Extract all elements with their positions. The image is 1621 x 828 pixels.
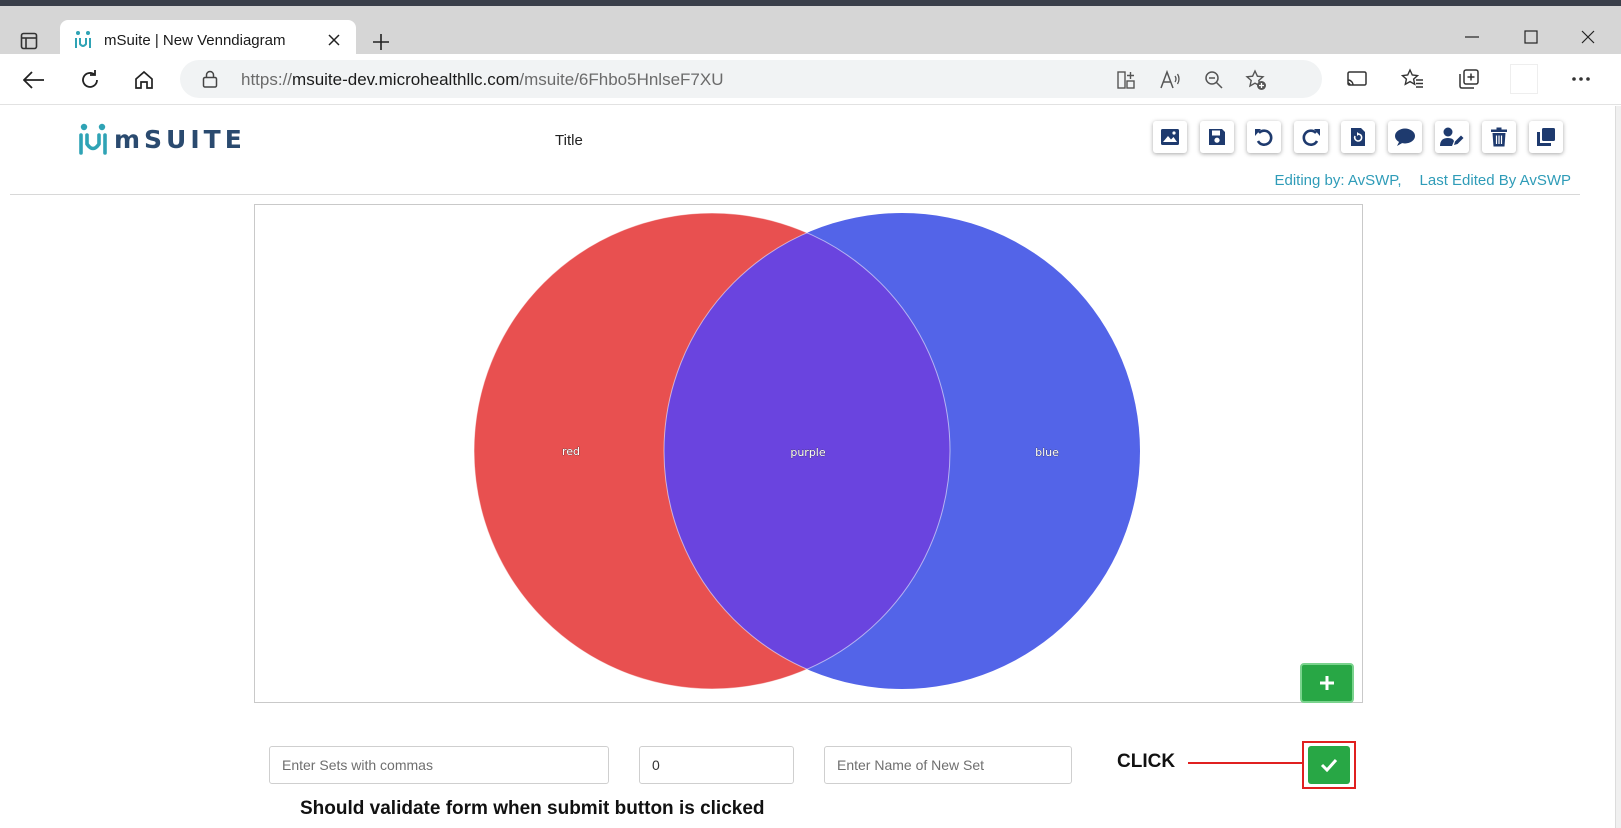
read-aloud-icon[interactable] xyxy=(1158,68,1182,92)
check-icon xyxy=(1320,758,1338,772)
comment-icon xyxy=(1395,128,1415,146)
new-set-name-input[interactable] xyxy=(824,746,1072,784)
profile-icon[interactable] xyxy=(1510,64,1538,94)
tab-title: mSuite | New Venndiagram xyxy=(104,32,286,49)
back-icon[interactable] xyxy=(18,64,50,96)
undo-icon xyxy=(1255,129,1273,146)
venn-label-red: red xyxy=(562,445,580,458)
annotation-caption: Should validate form when submit button … xyxy=(300,798,765,819)
duplicate-button[interactable] xyxy=(1529,121,1563,153)
editing-by: Editing by: AvSWP, xyxy=(1274,172,1402,189)
new-tab-icon[interactable] xyxy=(368,29,394,55)
favorites-icon[interactable] xyxy=(1400,66,1426,92)
url-scheme: https:// xyxy=(241,70,293,89)
annotation-arrow-line xyxy=(1188,762,1302,764)
venn-diagram: red purple blue xyxy=(473,212,1140,690)
venn-canvas[interactable]: red purple blue xyxy=(254,204,1363,703)
add-favorite-icon[interactable] xyxy=(1244,68,1268,92)
venn-label-blue: blue xyxy=(1035,446,1059,459)
url-host: msuite-dev.microhealthllc.com xyxy=(292,70,520,89)
url-field[interactable]: https://msuite-dev.microhealthllc.com/ms… xyxy=(180,60,1322,98)
reset-icon xyxy=(1351,128,1365,146)
url-path: /msuite/6Fhbo5HnlseF7XU xyxy=(519,70,724,89)
minimize-icon[interactable] xyxy=(1452,22,1492,52)
venn-label-intersection: purple xyxy=(790,446,826,459)
logo-text: mSUITE xyxy=(114,124,246,154)
cast-icon[interactable] xyxy=(1344,66,1370,92)
more-icon[interactable] xyxy=(1568,66,1594,92)
header-divider xyxy=(10,194,1580,195)
maximize-icon[interactable] xyxy=(1511,22,1551,52)
image-icon xyxy=(1161,129,1179,145)
add-set-button[interactable] xyxy=(1300,663,1354,703)
address-bar: https://msuite-dev.microhealthllc.com/ms… xyxy=(0,54,1621,105)
export-image-button[interactable] xyxy=(1153,121,1187,153)
close-tab-icon[interactable] xyxy=(324,30,344,50)
zoom-out-icon[interactable] xyxy=(1202,68,1226,92)
sets-input[interactable] xyxy=(269,746,609,784)
sidebar-edge xyxy=(1615,106,1621,828)
editor-toolbar xyxy=(1153,121,1563,153)
save-button[interactable] xyxy=(1200,121,1234,153)
editing-status: Editing by: AvSWP, Last Edited By AvSWP xyxy=(1275,172,1572,189)
save-icon xyxy=(1209,129,1225,145)
tab-actions-icon[interactable] xyxy=(14,26,44,56)
user-edit-button[interactable] xyxy=(1435,121,1469,153)
last-edited-by: Last Edited By AvSWP xyxy=(1419,172,1571,189)
click-annotation-label: CLICK xyxy=(1117,751,1176,772)
comment-button[interactable] xyxy=(1388,121,1422,153)
split-screen-icon[interactable] xyxy=(1114,68,1138,92)
browser-window: mSuite | New Venndiagram https://msuite-… xyxy=(0,0,1621,828)
undo-button[interactable] xyxy=(1247,121,1281,153)
redo-icon xyxy=(1302,129,1320,146)
lock-icon[interactable] xyxy=(202,70,218,88)
set-size-input[interactable] xyxy=(639,746,794,784)
msuite-logo[interactable]: mSUITE xyxy=(78,122,246,156)
document-title[interactable]: Title xyxy=(555,132,583,149)
delete-button[interactable] xyxy=(1482,121,1516,153)
url-text: https://msuite-dev.microhealthllc.com/ms… xyxy=(241,70,724,90)
reset-button[interactable] xyxy=(1341,121,1375,153)
refresh-icon[interactable] xyxy=(74,64,106,96)
close-window-icon[interactable] xyxy=(1568,22,1608,52)
collections-icon[interactable] xyxy=(1456,66,1482,92)
submit-button[interactable] xyxy=(1308,746,1350,784)
tab-bar: mSuite | New Venndiagram xyxy=(0,6,1621,60)
msuite-logo-icon xyxy=(79,123,107,155)
copy-icon xyxy=(1537,128,1555,146)
plus-icon xyxy=(1320,676,1334,690)
home-icon[interactable] xyxy=(128,64,160,96)
redo-button[interactable] xyxy=(1294,121,1328,153)
msuite-favicon-icon xyxy=(74,30,92,50)
user-edit-icon xyxy=(1440,127,1464,146)
trash-icon xyxy=(1491,127,1507,147)
